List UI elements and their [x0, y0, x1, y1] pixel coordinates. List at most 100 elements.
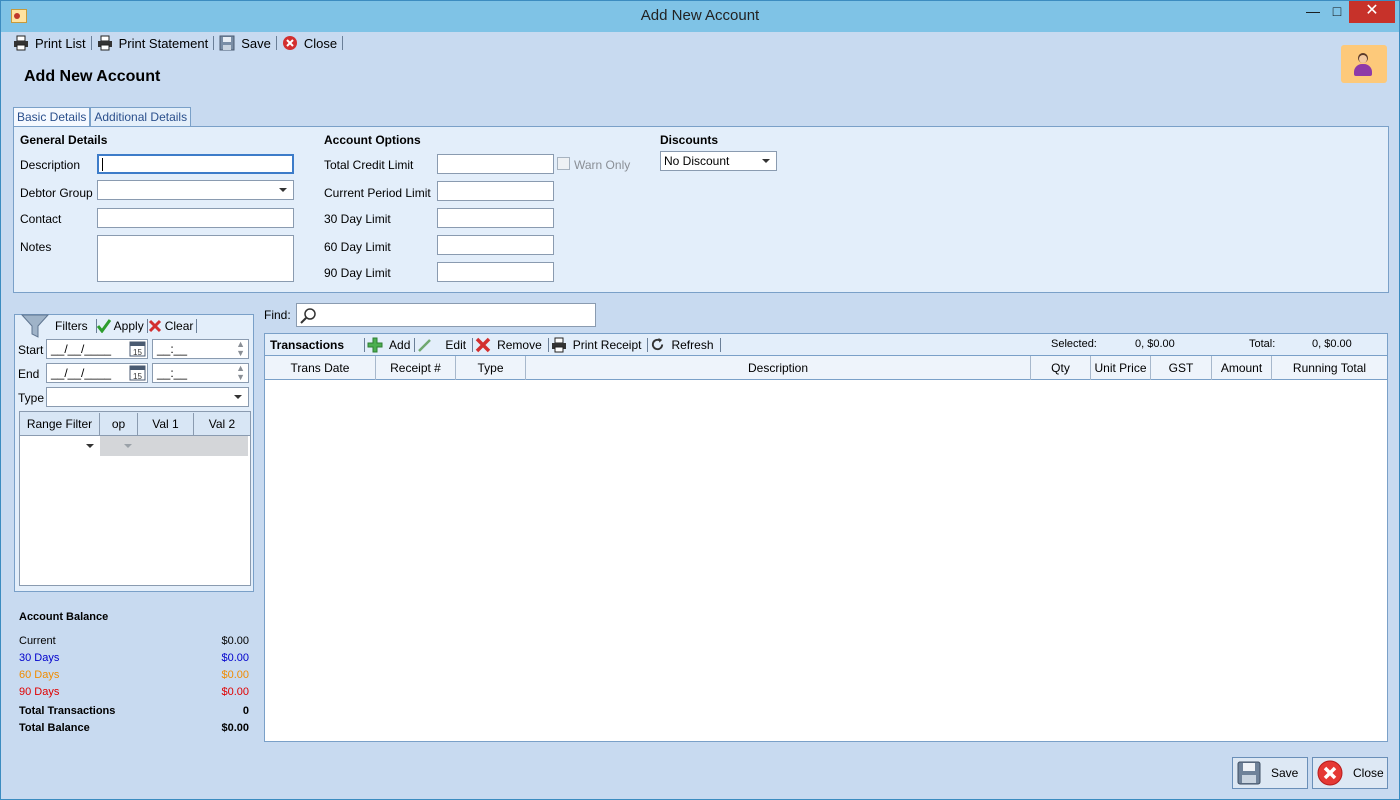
- save-disk-icon: [219, 35, 235, 51]
- account-balance: Account Balance Current $0.00 30 Days $0…: [19, 611, 249, 739]
- notes-label: Notes: [20, 240, 52, 254]
- tab-basic-details[interactable]: Basic Details: [13, 107, 91, 128]
- contact-input[interactable]: [97, 208, 294, 228]
- add-transaction-button[interactable]: Add: [367, 337, 410, 353]
- title-bar[interactable]: Add New Account — □ ✕: [1, 1, 1399, 32]
- col-running-total[interactable]: Running Total: [1272, 356, 1387, 380]
- header-band: Add New Account: [9, 45, 1393, 101]
- pencil-icon: [418, 338, 432, 352]
- search-icon: [300, 308, 316, 324]
- 30-day-limit-input[interactable]: [437, 208, 554, 228]
- end-date-placeholder: __/__/____: [51, 366, 112, 380]
- toolbar-separator: [414, 337, 416, 352]
- bottom-close-button[interactable]: Close: [1312, 757, 1388, 789]
- bottom-close-label: Close: [1353, 766, 1384, 780]
- total-credit-limit-input[interactable]: [437, 154, 554, 174]
- balance-label: 90 Days: [19, 686, 60, 698]
- end-time-input[interactable]: __:__ ▲ ▼: [152, 363, 249, 383]
- chevron-down-icon: [124, 444, 132, 448]
- edit-transaction-button[interactable]: Edit: [417, 337, 466, 353]
- time-spinner[interactable]: ▲ ▼: [236, 340, 245, 358]
- range-op-select[interactable]: [100, 436, 248, 456]
- col-description[interactable]: Description: [526, 356, 1031, 380]
- chevron-down-icon: [86, 444, 94, 448]
- toolbar-separator: [213, 36, 215, 50]
- col-unit-price[interactable]: Unit Price: [1091, 356, 1151, 380]
- print-list-button[interactable]: Print List: [9, 33, 90, 53]
- time-spinner[interactable]: ▲ ▼: [236, 364, 245, 382]
- close-button[interactable]: Close: [278, 33, 341, 53]
- balance-label: 60 Days: [19, 669, 60, 681]
- bottom-save-button[interactable]: Save: [1232, 757, 1308, 789]
- balance-row-90-days: 90 Days $0.00: [19, 686, 249, 703]
- red-x-icon: [148, 319, 161, 333]
- transactions-column-header: Trans Date Receipt # Type Description Qt…: [265, 356, 1387, 380]
- 90-day-limit-input[interactable]: [437, 262, 554, 282]
- svg-text:15: 15: [133, 348, 142, 357]
- total-value: 0, $0.00: [1312, 338, 1352, 350]
- red-x-icon: [475, 337, 491, 352]
- refresh-label: Refresh: [671, 337, 714, 352]
- filters-label: Filters: [55, 319, 88, 333]
- notes-textarea[interactable]: [97, 235, 294, 282]
- transactions-panel: Transactions Add Edit Remove Print Recei…: [264, 333, 1388, 742]
- filters-header: Filters Apply Clear: [15, 314, 253, 338]
- selected-label: Selected:: [1051, 338, 1097, 350]
- discount-select[interactable]: No Discount: [660, 151, 777, 171]
- total-credit-limit-label: Total Credit Limit: [324, 158, 414, 172]
- col-amount[interactable]: Amount: [1212, 356, 1272, 380]
- save-button[interactable]: Save: [215, 33, 275, 53]
- balance-value: $0.00: [221, 686, 249, 698]
- total-transactions-row: Total Transactions 0: [19, 705, 249, 722]
- total-balance-row: Total Balance $0.00: [19, 722, 249, 739]
- avatar-torso: [1354, 64, 1372, 76]
- close-icon: [1317, 760, 1343, 786]
- selected-value: 0, $0.00: [1135, 338, 1175, 350]
- print-list-label: Print List: [35, 35, 86, 51]
- window-close-button[interactable]: ✕: [1349, 1, 1395, 23]
- type-filter-select[interactable]: [46, 387, 249, 407]
- apply-label: Apply: [113, 319, 144, 333]
- 60-day-limit-input[interactable]: [437, 235, 554, 255]
- remove-transaction-button[interactable]: Remove: [475, 337, 542, 353]
- close-label: Close: [303, 35, 338, 51]
- maximize-button[interactable]: □: [1323, 1, 1351, 23]
- col-type[interactable]: Type: [456, 356, 526, 380]
- calendar-icon[interactable]: 15: [129, 365, 146, 381]
- text-caret: [102, 158, 103, 171]
- start-time-input[interactable]: __:__ ▲ ▼: [152, 339, 249, 359]
- refresh-button[interactable]: Refresh: [650, 337, 714, 352]
- find-label: Find:: [264, 308, 291, 322]
- transactions-grid-body[interactable]: [265, 380, 1387, 741]
- col-qty[interactable]: Qty: [1031, 356, 1091, 380]
- start-label: Start: [18, 343, 44, 357]
- details-panel: Basic Details Additional Details General…: [13, 107, 1389, 293]
- contact-label: Contact: [20, 212, 62, 226]
- bottom-save-label: Save: [1271, 766, 1299, 780]
- debtor-group-select[interactable]: [97, 180, 294, 200]
- balance-label: 30 Days: [19, 652, 60, 664]
- clear-filter-button[interactable]: Clear: [148, 319, 194, 333]
- printer-icon: [14, 35, 28, 51]
- end-date-input[interactable]: __/__/____ 15: [46, 363, 148, 383]
- col-trans-date[interactable]: Trans Date: [265, 356, 376, 380]
- find-input[interactable]: [296, 303, 596, 327]
- print-statement-button[interactable]: Print Statement: [93, 33, 213, 53]
- current-period-limit-input[interactable]: [437, 181, 554, 201]
- plus-icon: [367, 337, 383, 352]
- range-field-select[interactable]: [20, 436, 100, 456]
- refresh-icon: [652, 337, 664, 351]
- description-input[interactable]: [97, 154, 294, 174]
- clear-label: Clear: [164, 319, 194, 333]
- print-receipt-button[interactable]: Print Receipt: [551, 337, 641, 353]
- apply-filter-button[interactable]: Apply: [96, 319, 144, 333]
- col-receipt[interactable]: Receipt #: [376, 356, 456, 380]
- start-date-input[interactable]: __/__/____ 15: [46, 339, 148, 359]
- tab-additional-details[interactable]: Additional Details: [90, 107, 192, 127]
- svg-text:15: 15: [133, 372, 142, 381]
- warn-only-checkbox[interactable]: [557, 157, 570, 170]
- transactions-toolbar: Transactions Add Edit Remove Print Recei…: [265, 334, 1387, 356]
- funnel-icon: [21, 314, 49, 338]
- calendar-icon[interactable]: 15: [129, 341, 146, 357]
- col-gst[interactable]: GST: [1151, 356, 1212, 380]
